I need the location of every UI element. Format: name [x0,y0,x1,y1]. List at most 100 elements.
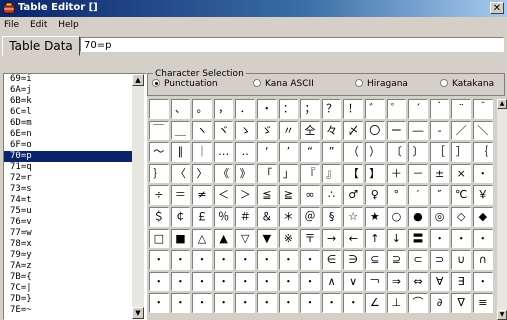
char-cell[interactable]: 〔 [386,142,407,162]
list-item[interactable]: 6B=k [4,96,132,107]
char-cell[interactable]: ◎ [429,207,450,227]
char-cell[interactable]: ▽ [235,228,255,249]
char-cell[interactable]: ∠ [365,293,385,313]
char-cell[interactable]: 〇 [365,120,385,141]
char-cell[interactable]: ・ [343,293,363,313]
char-cell[interactable]: 」 [278,163,299,184]
char-cell[interactable]: ． [235,99,255,119]
char-cell[interactable]: ・ [170,271,191,292]
list-item[interactable]: 74=t [4,195,132,206]
char-cell[interactable]: ♂ [343,185,363,205]
char-cell[interactable]: ▲ [213,228,234,249]
char-cell[interactable]: ± [429,163,450,184]
char-cell[interactable]: ′ [408,185,428,205]
char-cell[interactable]: ∧ [321,271,342,292]
list-item[interactable]: 6E=n [4,129,132,140]
char-cell[interactable]: ｀ [429,99,450,119]
char-cell[interactable]: ≡ [473,293,493,313]
menu-edit[interactable]: Edit [26,18,51,30]
radio-hiragana[interactable]: Hiragana [355,79,408,89]
char-cell[interactable]: ≠ [192,185,212,205]
char-cell[interactable]: ： [278,99,299,119]
list-item[interactable]: 6A=j [4,85,132,96]
radio-punctuation[interactable]: Punctuation [152,79,218,89]
char-cell[interactable]: ⇔ [408,271,428,292]
list-item[interactable]: 6C=l [4,107,132,118]
char-cell[interactable]: ℃ [451,185,471,205]
char-cell[interactable]: ＠ [300,207,320,227]
char-cell[interactable]: ← [343,228,363,249]
char-cell[interactable]: ・ [473,163,493,184]
char-cell[interactable]: 〓 [408,228,428,249]
char-cell[interactable]: △ [192,228,212,249]
char-cell[interactable]: ・ [213,250,234,270]
char-cell[interactable]: ″ [429,185,450,205]
char-cell[interactable]: － [408,163,428,184]
char-cell[interactable]: ） [365,142,385,162]
char-cell[interactable]: ≦ [257,185,277,205]
char-cell[interactable]: ￣ [149,120,169,141]
list-item[interactable]: 6F=o [4,140,132,151]
char-cell[interactable]: ｝ [149,163,169,184]
tab-table-data[interactable]: Table Data [2,36,80,56]
char-cell[interactable]: ～ [149,142,169,162]
table-data-value-field[interactable]: 70=p [80,37,504,52]
char-cell[interactable]: ｜ [192,142,212,162]
list-item[interactable]: 75=u [4,206,132,217]
char-cell[interactable]: ⊆ [365,250,385,270]
scroll-down-icon[interactable]: ▼ [132,307,144,319]
char-cell[interactable]: ∩ [473,250,493,270]
radio-katakana[interactable]: Katakana [440,79,494,89]
char-cell[interactable]: 》 [235,163,255,184]
char-cell[interactable]: ゞ [257,120,277,141]
char-cell[interactable]: 〉 [192,163,212,184]
char-cell[interactable]: ◆ [473,207,493,227]
char-cell[interactable]: ・ [192,250,212,270]
close-button[interactable]: ✕ [490,2,504,14]
list-item[interactable]: 7C=| [4,283,132,294]
char-cell[interactable]: ▼ [257,228,277,249]
char-cell[interactable]: ・ [278,271,299,292]
char-cell[interactable]: 』 [321,163,342,184]
list-item[interactable]: 69=i [4,74,132,85]
char-cell[interactable]: ， [213,99,234,119]
char-cell[interactable]: ○ [386,207,407,227]
char-cell[interactable]: 〆 [343,120,363,141]
char-cell[interactable]: 「 [257,163,277,184]
list-item[interactable]: 70=p [4,151,132,162]
char-cell[interactable]: ・ [321,293,342,313]
char-cell[interactable]: × [451,163,471,184]
char-cell[interactable]: □ [149,228,169,249]
scroll-up-icon[interactable]: ▲ [497,99,507,109]
char-cell[interactable]: ” [321,142,342,162]
char-cell[interactable]: ヾ [213,120,234,141]
char-cell[interactable]: ￡ [192,207,212,227]
char-cell[interactable]: ・ [213,293,234,313]
char-cell[interactable]: ∀ [429,271,450,292]
char-cell[interactable]: 々 [321,120,342,141]
char-cell[interactable]: ・ [300,250,320,270]
char-cell[interactable]: ＿ [170,120,191,141]
char-cell[interactable]: ‥ [235,142,255,162]
char-cell[interactable]: ° [386,185,407,205]
char-cell[interactable]: ・ [278,250,299,270]
char-cell[interactable]: … [213,142,234,162]
char-cell[interactable]: ・ [257,99,277,119]
char-cell[interactable]: 、 [170,99,191,119]
char-cell[interactable]: ♀ [365,185,385,205]
list-item[interactable]: 79=y [4,250,132,261]
list-item[interactable]: 77=w [4,228,132,239]
list-item[interactable]: 76=v [4,217,132,228]
char-cell[interactable]: ＋ [386,163,407,184]
char-cell[interactable]: 《 [213,163,234,184]
char-cell[interactable]: ‘ [257,142,277,162]
char-cell[interactable]: 〃 [278,120,299,141]
char-cell[interactable]: ＜ [213,185,234,205]
char-cell[interactable]: ・ [429,228,450,249]
char-cell[interactable]: ＆ [257,207,277,227]
char-cell[interactable]: ￥ [473,185,493,205]
list-item[interactable]: 7E=~ [4,305,132,316]
scroll-down-icon[interactable]: ▼ [497,310,507,320]
char-cell[interactable]: 〒 [300,228,320,249]
char-cell[interactable]: ・ [451,228,471,249]
